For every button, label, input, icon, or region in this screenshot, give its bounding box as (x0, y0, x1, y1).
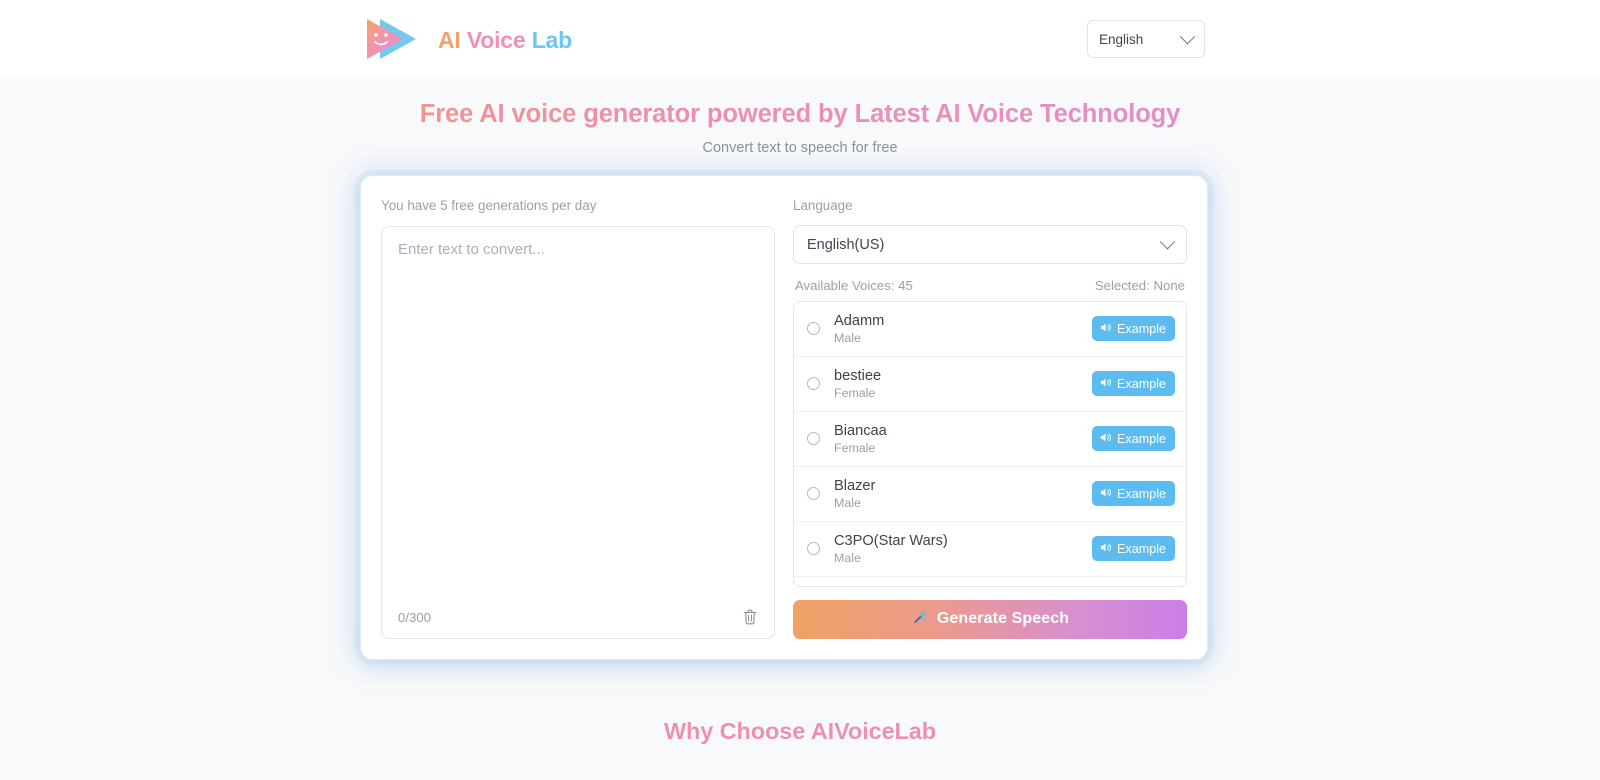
voice-list-item[interactable]: Blazer Male Example (794, 467, 1186, 522)
trash-icon (742, 609, 758, 629)
generate-speech-label: Generate Speech (936, 610, 1070, 628)
page-subtitle: Convert text to speech for free (702, 140, 898, 156)
brand-title-ai: AI (438, 26, 461, 53)
language-switcher-value: English (1099, 31, 1144, 47)
brand-title: AI Voice Lab (438, 27, 572, 54)
voice-example-label: Example (1117, 541, 1166, 556)
voice-list-item[interactable]: Biancaa Female Example (794, 412, 1186, 467)
language-select[interactable]: English(US) (793, 225, 1187, 264)
selected-voice-status: Selected: None (1094, 277, 1185, 293)
chevron-down-icon (1159, 234, 1176, 250)
voice-radio[interactable] (807, 432, 820, 446)
language-label: Language (793, 198, 853, 213)
voice-info: Blazer Male (834, 477, 1092, 511)
generate-speech-button[interactable]: Generate Speech (793, 599, 1187, 639)
site-header: AI Voice Lab English (0, 0, 1600, 79)
voice-radio[interactable] (807, 487, 820, 501)
brand-title-voice: Voice (466, 26, 526, 53)
brand-logo[interactable]: AI Voice Lab (362, 14, 572, 66)
voice-example-button[interactable]: Example (1092, 481, 1175, 507)
language-switcher[interactable]: English (1087, 20, 1205, 58)
voice-gender: Male (834, 550, 861, 565)
voice-name: Biancaa (834, 422, 887, 439)
voice-selection-column: Language English(US) Available Voices: 4… (793, 198, 1187, 639)
voice-gender: Male (834, 330, 861, 345)
voice-example-button[interactable]: Example (1092, 536, 1175, 562)
why-choose-section: Why Choose AIVoiceLab (0, 718, 1600, 745)
voice-list-item[interactable]: Cubb Male Example (794, 577, 1186, 586)
page-title: Free AI voice generator powered by Lates… (0, 100, 1600, 129)
clear-text-button[interactable] (742, 608, 758, 626)
hero-section: Free AI voice generator powered by Lates… (0, 79, 1600, 156)
voice-gender: Female (834, 440, 876, 455)
speaker-icon (1099, 541, 1112, 557)
voice-name: Adamm (834, 312, 885, 329)
voice-example-button[interactable]: Example (1092, 426, 1175, 452)
voice-meta-row: Available Voices: 45 Selected: None (795, 278, 1185, 293)
voice-radio[interactable] (807, 322, 820, 336)
quota-text: You have 5 free generations per day (381, 198, 597, 213)
voice-list-item[interactable]: C3PO(Star Wars) Male Example (794, 522, 1186, 577)
voice-example-label: Example (1117, 376, 1166, 391)
play-smiley-logo-icon (362, 14, 424, 66)
converter-card-wrapper: You have 5 free generations per day Ente… (360, 175, 1208, 660)
language-select-value: English(US) (807, 236, 885, 253)
voice-name: C3PO(Star Wars) (834, 532, 948, 549)
chevron-down-icon (1179, 28, 1196, 44)
voice-radio[interactable] (807, 377, 820, 391)
voice-list[interactable]: Adamm Male Example bestiee Female Exampl… (793, 300, 1187, 587)
voice-list-item[interactable]: Adamm Male Example (794, 302, 1186, 357)
character-counter: 0/300 (398, 609, 432, 625)
text-input-column: You have 5 free generations per day Ente… (381, 198, 775, 639)
voice-info: Biancaa Female (834, 422, 1092, 456)
speaker-icon (1099, 321, 1112, 337)
voice-example-label: Example (1117, 431, 1166, 446)
why-choose-title: Why Choose AIVoiceLab (0, 718, 1600, 745)
speaker-icon (1099, 486, 1112, 502)
voice-gender: Male (834, 495, 861, 510)
speaker-icon (1099, 431, 1112, 447)
voice-example-button[interactable]: Example (1092, 371, 1175, 397)
voice-info: bestiee Female (834, 367, 1092, 401)
voice-example-label: Example (1117, 486, 1166, 501)
voice-name: Blazer (834, 477, 876, 494)
voice-info: Adamm Male (834, 312, 1092, 346)
available-voices-count: Available Voices: 45 (795, 277, 913, 293)
text-input-footer: 0/300 (398, 606, 758, 628)
voice-radio[interactable] (807, 542, 820, 556)
voice-example-label: Example (1117, 321, 1166, 336)
text-input-placeholder: Enter text to convert... (398, 241, 545, 258)
voice-list-item[interactable]: bestiee Female Example (794, 357, 1186, 412)
voice-name: bestiee (834, 367, 882, 384)
converter-card: You have 5 free generations per day Ente… (360, 175, 1208, 660)
voice-example-button[interactable]: Example (1092, 316, 1175, 342)
voice-gender: Female (834, 385, 876, 400)
speaker-icon (1099, 376, 1112, 392)
sparkle-mic-icon (911, 608, 928, 630)
text-input-box[interactable]: Enter text to convert... 0/300 (381, 226, 775, 639)
voice-info: C3PO(Star Wars) Male (834, 532, 1092, 566)
brand-title-lab: Lab (531, 26, 572, 53)
